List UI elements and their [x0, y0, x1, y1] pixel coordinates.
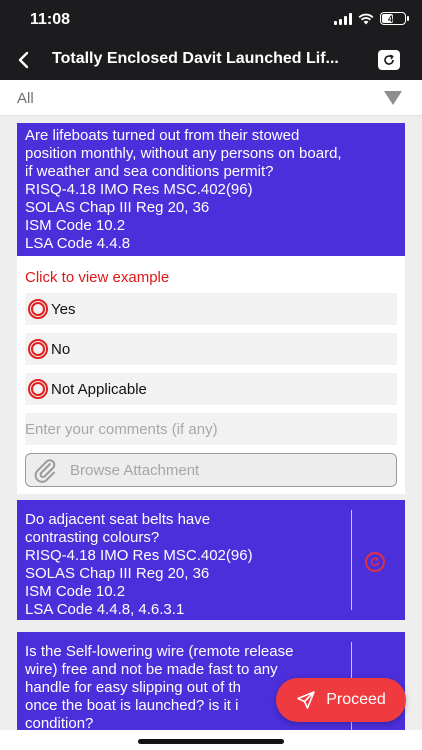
battery-level: 47 [387, 13, 398, 24]
status-refresh-icon[interactable] [365, 552, 385, 572]
option-yes[interactable]: Yes [25, 293, 397, 325]
signal-icon [334, 12, 352, 25]
question-2-line: RISQ-4.18 IMO Res MSC.402(96) [25, 547, 253, 564]
home-indicator[interactable] [138, 739, 284, 744]
comments-placeholder: Enter your comments (if any) [25, 421, 218, 438]
home-bar-area [0, 730, 422, 750]
option-label: Not Applicable [51, 380, 147, 398]
battery-icon: 47 [380, 12, 409, 25]
proceed-button[interactable]: Proceed [276, 678, 406, 722]
question-3-line: condition? [25, 715, 94, 730]
question-3-line: handle for easy slipping out of th [25, 679, 241, 696]
radio-icon [28, 379, 48, 399]
paperclip-icon [34, 459, 56, 483]
status-time: 11:08 [30, 11, 71, 28]
question-1-line: ISM Code 10.2 [25, 217, 126, 234]
caret-down-icon [384, 91, 402, 105]
question-3-text: Is the Self-lowering wire (remote releas… [25, 643, 293, 730]
send-icon [297, 691, 316, 709]
question-1-line: LSA Code 4.4.8 [25, 235, 131, 252]
question-2-line: SOLAS Chap III Reg 20, 36 [25, 565, 210, 582]
option-label: No [51, 340, 71, 358]
chevron-left-icon [18, 51, 29, 69]
question-2-line: ISM Code 10.2 [25, 583, 126, 600]
question-2-line: Do adjacent seat belts have [25, 511, 211, 528]
wifi-icon [358, 13, 374, 24]
question-card-1: Are lifeboats turned out from their stow… [17, 123, 405, 256]
card-divider [351, 510, 352, 610]
question-3-line: once the boat is launched? is it i [25, 697, 239, 714]
question-2-line: LSA Code 4.4.8, 4.6.3.1 [25, 601, 185, 618]
question-1-line: SOLAS Chap III Reg 20, 36 [25, 199, 210, 216]
question-2-line: contrasting colours? [25, 529, 160, 546]
app-header: Totally Enclosed Davit Launched Lif... [0, 40, 422, 80]
question-1-line: Are lifeboats turned out from their stow… [25, 127, 300, 144]
question-list[interactable]: Are lifeboats turned out from their stow… [0, 116, 422, 730]
radio-icon [28, 339, 48, 359]
refresh-icon [370, 556, 380, 567]
refresh-button[interactable] [378, 50, 400, 70]
question-1-line: if weather and sea conditions permit? [25, 163, 274, 180]
question-3-line: wire) free and not be made fast to any [25, 661, 278, 678]
attach-label: Browse Attachment [70, 461, 200, 479]
browse-attachment-button[interactable]: Browse Attachment [25, 453, 397, 487]
question-3-line: Is the Self-lowering wire (remote releas… [25, 643, 294, 660]
filter-value: All [17, 90, 34, 107]
option-no[interactable]: No [25, 333, 397, 365]
refresh-icon [384, 54, 394, 65]
status-icons: 47 [334, 12, 409, 25]
filter-dropdown[interactable]: All [0, 80, 422, 116]
question-1-line: RISQ-4.18 IMO Res MSC.402(96) [25, 181, 253, 198]
view-example-link[interactable]: Click to view example [25, 269, 169, 286]
question-card-2[interactable]: Do adjacent seat belts have contrasting … [17, 500, 405, 620]
proceed-label: Proceed [326, 691, 386, 708]
back-button[interactable] [10, 46, 38, 74]
question-2-text: Do adjacent seat belts have contrasting … [25, 511, 253, 619]
question-1-line: position monthly, without any persons on… [25, 145, 342, 162]
option-label: Yes [51, 300, 76, 318]
status-bar: 11:08 47 [0, 0, 422, 40]
option-not-applicable[interactable]: Not Applicable [25, 373, 397, 405]
radio-icon [28, 299, 48, 319]
page-title: Totally Enclosed Davit Launched Lif... [52, 50, 339, 67]
